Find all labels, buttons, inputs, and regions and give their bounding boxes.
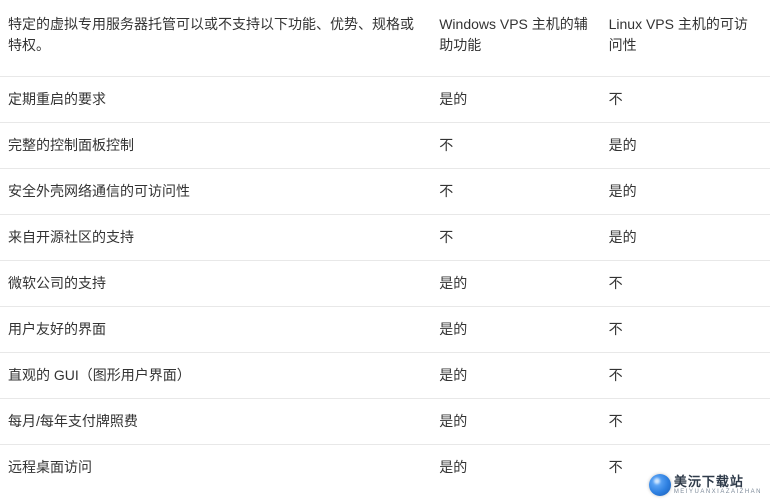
- table-row: 用户友好的界面 是的 不: [0, 307, 770, 353]
- cell-windows: 是的: [431, 353, 600, 399]
- cell-windows: 是的: [431, 77, 600, 123]
- cell-linux: 不: [601, 307, 770, 353]
- table-row: 定期重启的要求 是的 不: [0, 77, 770, 123]
- cell-linux: 不: [601, 261, 770, 307]
- table-row: 微软公司的支持 是的 不: [0, 261, 770, 307]
- header-feature: 特定的虚拟专用服务器托管可以或不支持以下功能、优势、规格或特权。: [0, 0, 431, 77]
- table-row: 远程桌面访问 是的 不: [0, 445, 770, 491]
- table-row: 每月/每年支付牌照费 是的 不: [0, 399, 770, 445]
- cell-feature: 用户友好的界面: [0, 307, 431, 353]
- cell-linux: 是的: [601, 123, 770, 169]
- table-row: 来自开源社区的支持 不 是的: [0, 215, 770, 261]
- cell-feature: 微软公司的支持: [0, 261, 431, 307]
- cell-windows: 是的: [431, 399, 600, 445]
- cell-feature: 来自开源社区的支持: [0, 215, 431, 261]
- header-linux: Linux VPS 主机的可访问性: [601, 0, 770, 77]
- cell-windows: 不: [431, 123, 600, 169]
- cell-feature: 定期重启的要求: [0, 77, 431, 123]
- cell-feature: 完整的控制面板控制: [0, 123, 431, 169]
- cell-windows: 不: [431, 169, 600, 215]
- cell-feature: 直观的 GUI（图形用户界面）: [0, 353, 431, 399]
- cell-windows: 是的: [431, 445, 600, 491]
- header-windows: Windows VPS 主机的辅助功能: [431, 0, 600, 77]
- table-header-row: 特定的虚拟专用服务器托管可以或不支持以下功能、优势、规格或特权。 Windows…: [0, 0, 770, 77]
- cell-feature: 每月/每年支付牌照费: [0, 399, 431, 445]
- cell-windows: 是的: [431, 307, 600, 353]
- cell-linux: 不: [601, 77, 770, 123]
- comparison-table: 特定的虚拟专用服务器托管可以或不支持以下功能、优势、规格或特权。 Windows…: [0, 0, 770, 490]
- table-row: 安全外壳网络通信的可访问性 不 是的: [0, 169, 770, 215]
- cell-windows: 是的: [431, 261, 600, 307]
- cell-linux: 是的: [601, 169, 770, 215]
- cell-linux: 不: [601, 445, 770, 491]
- cell-linux: 不: [601, 353, 770, 399]
- cell-linux: 是的: [601, 215, 770, 261]
- cell-windows: 不: [431, 215, 600, 261]
- cell-feature: 安全外壳网络通信的可访问性: [0, 169, 431, 215]
- table-row: 完整的控制面板控制 不 是的: [0, 123, 770, 169]
- table-row: 直观的 GUI（图形用户界面） 是的 不: [0, 353, 770, 399]
- cell-feature: 远程桌面访问: [0, 445, 431, 491]
- cell-linux: 不: [601, 399, 770, 445]
